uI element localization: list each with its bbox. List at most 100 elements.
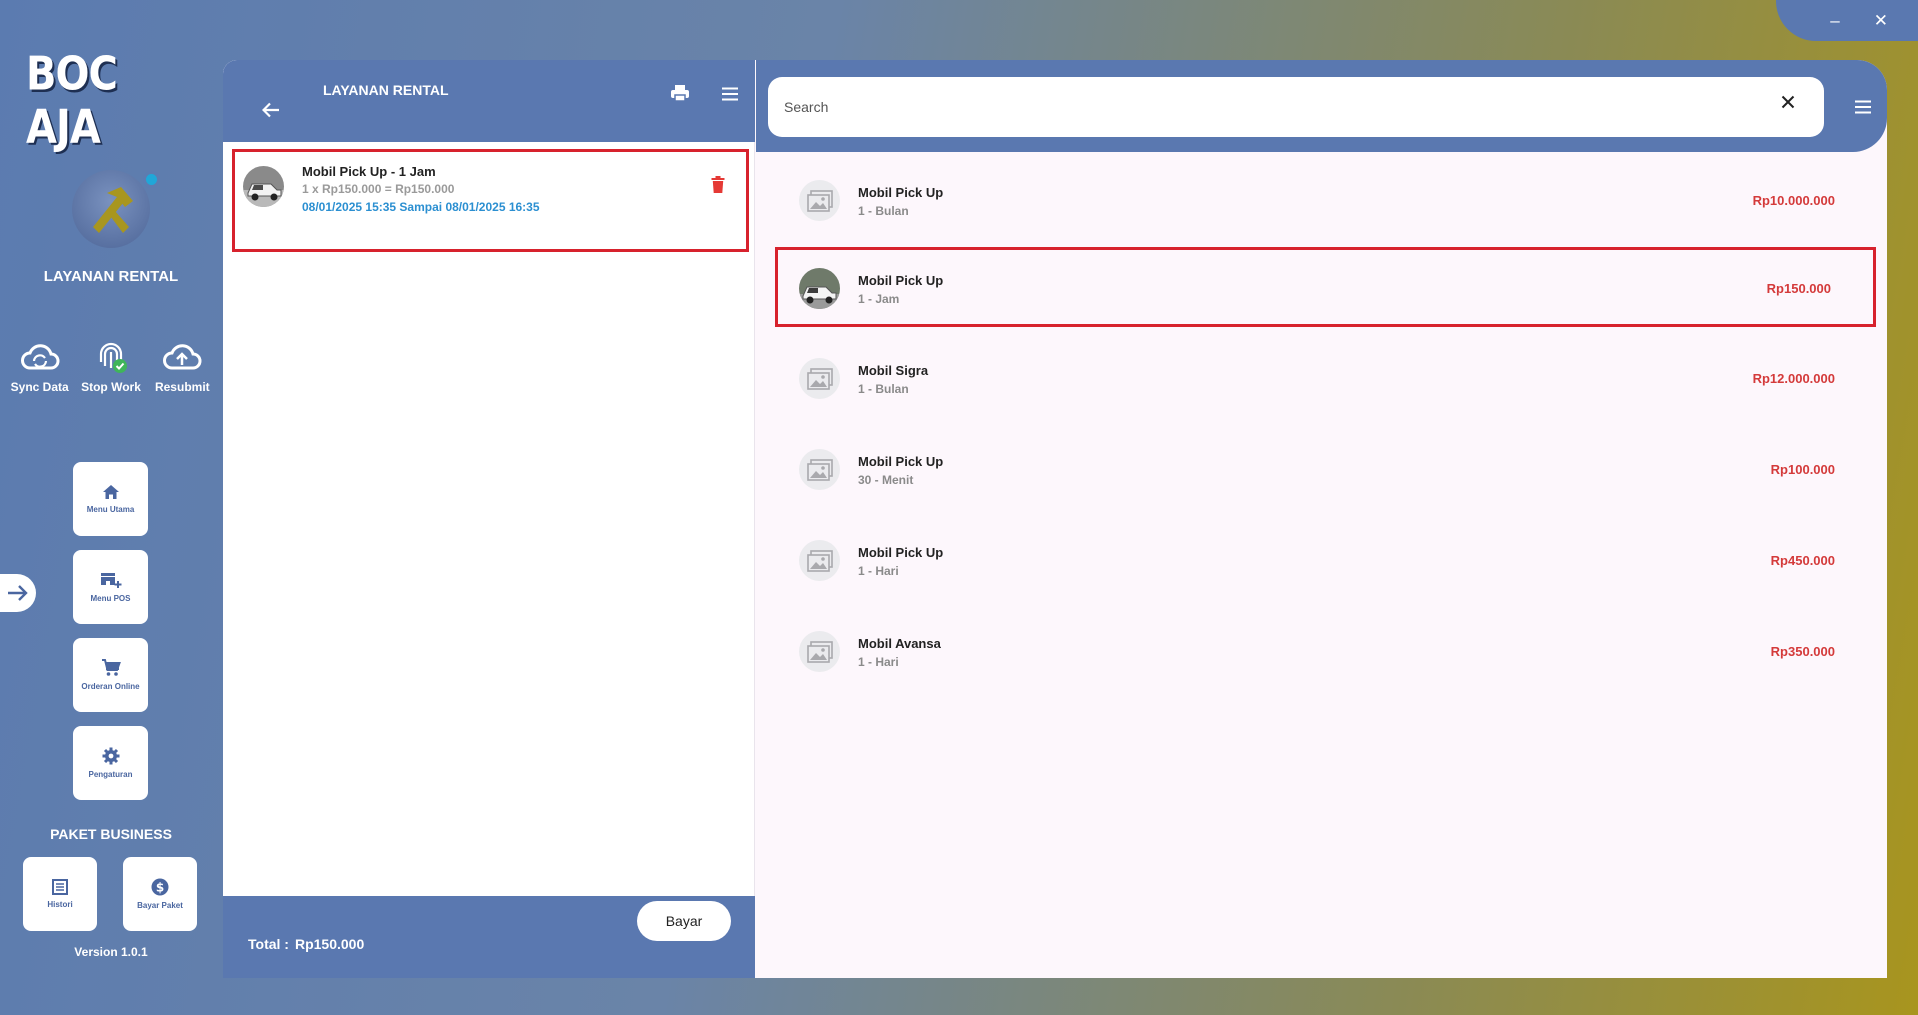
brand-avatar [72, 170, 150, 248]
stop-work-label: Stop Work [81, 380, 141, 394]
app-version: Version 1.0.1 [74, 945, 148, 959]
pay-plan-label: Bayar Paket [137, 901, 183, 910]
product-price: Rp100.000 [1770, 462, 1835, 477]
sync-data-button[interactable]: Sync Data [5, 340, 75, 394]
product-duration: 1 - Jam [858, 292, 900, 306]
product-duration: 1 - Hari [858, 655, 899, 669]
cart-footer: Total : Rp150.000 Bayar [223, 896, 755, 978]
window-controls: – ✕ [1776, 0, 1918, 41]
clear-search-button[interactable] [1781, 95, 1795, 114]
cart-item[interactable]: Mobil Pick Up - 1 Jam 1 x Rp150.000 = Rp… [232, 149, 749, 252]
main-card: LAYANAN RENTAL Mobil Pick Up - 1 Jam 1 x… [223, 60, 1887, 978]
product-row[interactable]: Mobil Pick Up 1 - Hari Rp450.000 [791, 520, 1861, 600]
cart-menu-button[interactable] [721, 87, 739, 106]
product-duration: 1 - Bulan [858, 382, 909, 396]
product-price: Rp450.000 [1770, 553, 1835, 568]
fingerprint-icon [99, 342, 127, 373]
cart-total: Total : Rp150.000 [248, 936, 364, 952]
nav-orderan-online[interactable]: Orderan Online [73, 638, 148, 712]
search-box [768, 77, 1824, 137]
product-name: Mobil Pick Up [858, 545, 944, 560]
nav-pengaturan-label: Pengaturan [88, 770, 133, 779]
svg-text:$: $ [156, 881, 164, 895]
product-duration: 30 - Menit [858, 473, 914, 487]
store-add-icon [100, 573, 121, 588]
history-button[interactable]: Histori [23, 857, 97, 931]
product-name: Mobil Sigra [858, 363, 929, 378]
search-bar [756, 60, 1887, 152]
sidebar: BOC AJA LAYANAN RENTAL Sync Data Stop Wo… [0, 0, 222, 1015]
image-placeholder-icon [799, 540, 840, 581]
product-price: Rp12.000.000 [1752, 371, 1835, 386]
close-window-button[interactable]: ✕ [1874, 12, 1888, 29]
image-placeholder-icon [799, 631, 840, 672]
arrow-left-icon [261, 102, 279, 118]
product-menu-button[interactable] [1854, 100, 1872, 119]
hamburger-menu-icon [722, 87, 738, 101]
cart-header: LAYANAN RENTAL [223, 60, 755, 142]
image-placeholder-icon [799, 449, 840, 490]
cart-icon [101, 659, 121, 676]
cart-item-rental-period: 08/01/2025 15:35 Sampai 08/01/2025 16:35 [302, 200, 540, 214]
product-row-selected[interactable]: Mobil Pick Up 1 - Jam Rp150.000 [775, 247, 1876, 327]
hamburger-menu-icon [1855, 100, 1871, 114]
cloud-upload-icon [163, 344, 202, 370]
back-button[interactable] [261, 102, 280, 123]
printer-icon [671, 85, 689, 102]
home-icon [102, 485, 119, 499]
gear-icon [102, 747, 119, 765]
search-input[interactable] [784, 77, 1744, 137]
cart-item-calculation: 1 x Rp150.000 = Rp150.000 [302, 182, 455, 196]
product-row[interactable]: Mobil Pick Up 1 - Bulan Rp10.000.000 [791, 160, 1861, 240]
car-photo [243, 166, 284, 207]
cart-panel: LAYANAN RENTAL Mobil Pick Up - 1 Jam 1 x… [223, 60, 755, 978]
product-duration: 1 - Hari [858, 564, 899, 578]
product-price: Rp350.000 [1770, 644, 1835, 659]
delete-item-button[interactable] [711, 176, 725, 198]
arrow-right-icon [8, 585, 28, 601]
car-photo [799, 268, 840, 309]
product-price: Rp150.000 [1766, 281, 1831, 296]
product-panel: Mobil Pick Up 1 - Bulan Rp10.000.000 Mob… [756, 60, 1887, 978]
nav-orderan-online-label: Orderan Online [81, 682, 140, 691]
nav-menu-pos[interactable]: Menu POS [73, 550, 148, 624]
print-button[interactable] [670, 84, 690, 107]
product-name: Mobil Pick Up [858, 273, 944, 288]
quick-actions: Sync Data Stop Work Resubmit [0, 340, 222, 394]
nav-menu-utama[interactable]: Menu Utama [73, 462, 148, 536]
product-row[interactable]: Mobil Avansa 1 - Hari Rp350.000 [791, 611, 1861, 691]
product-row[interactable]: Mobil Pick Up 30 - Menit Rp100.000 [791, 429, 1861, 509]
main-navigation: Menu Utama Menu POS Orderan Online Penga… [73, 462, 148, 814]
hammer-logo-icon [93, 187, 133, 233]
image-placeholder-icon [799, 358, 840, 399]
pay-button[interactable]: Bayar [637, 901, 731, 941]
sync-cloud-icon [20, 344, 60, 370]
total-label: Total : [248, 936, 289, 952]
page-title: LAYANAN RENTAL [323, 82, 449, 98]
minimize-button[interactable]: – [1830, 12, 1839, 29]
resubmit-button[interactable]: Resubmit [147, 340, 217, 394]
history-label: Histori [47, 900, 73, 909]
total-value: Rp150.000 [294, 936, 365, 952]
pay-plan-button[interactable]: $ Bayar Paket [123, 857, 197, 931]
cart-item-name: Mobil Pick Up - 1 Jam [302, 164, 436, 179]
product-price: Rp10.000.000 [1752, 193, 1835, 208]
sync-data-label: Sync Data [10, 380, 69, 394]
image-placeholder-icon [799, 180, 840, 221]
trash-icon [711, 176, 725, 193]
list-icon [52, 879, 68, 895]
product-name: Mobil Pick Up [858, 185, 944, 200]
nav-menu-pos-label: Menu POS [90, 594, 131, 603]
nav-menu-utama-label: Menu Utama [86, 505, 135, 514]
plan-title: PAKET BUSINESS [50, 826, 172, 842]
brand-name: LAYANAN RENTAL [43, 268, 179, 285]
product-name: Mobil Pick Up [858, 454, 944, 469]
online-status-dot [143, 171, 160, 188]
app-logo: BOC AJA [26, 48, 118, 154]
product-name: Mobil Avansa [858, 636, 941, 651]
close-icon [1781, 95, 1795, 109]
stop-work-button[interactable]: Stop Work [76, 340, 146, 394]
product-row[interactable]: Mobil Sigra 1 - Bulan Rp12.000.000 [791, 338, 1861, 418]
nav-pengaturan[interactable]: Pengaturan [73, 726, 148, 800]
resubmit-label: Resubmit [154, 380, 210, 394]
